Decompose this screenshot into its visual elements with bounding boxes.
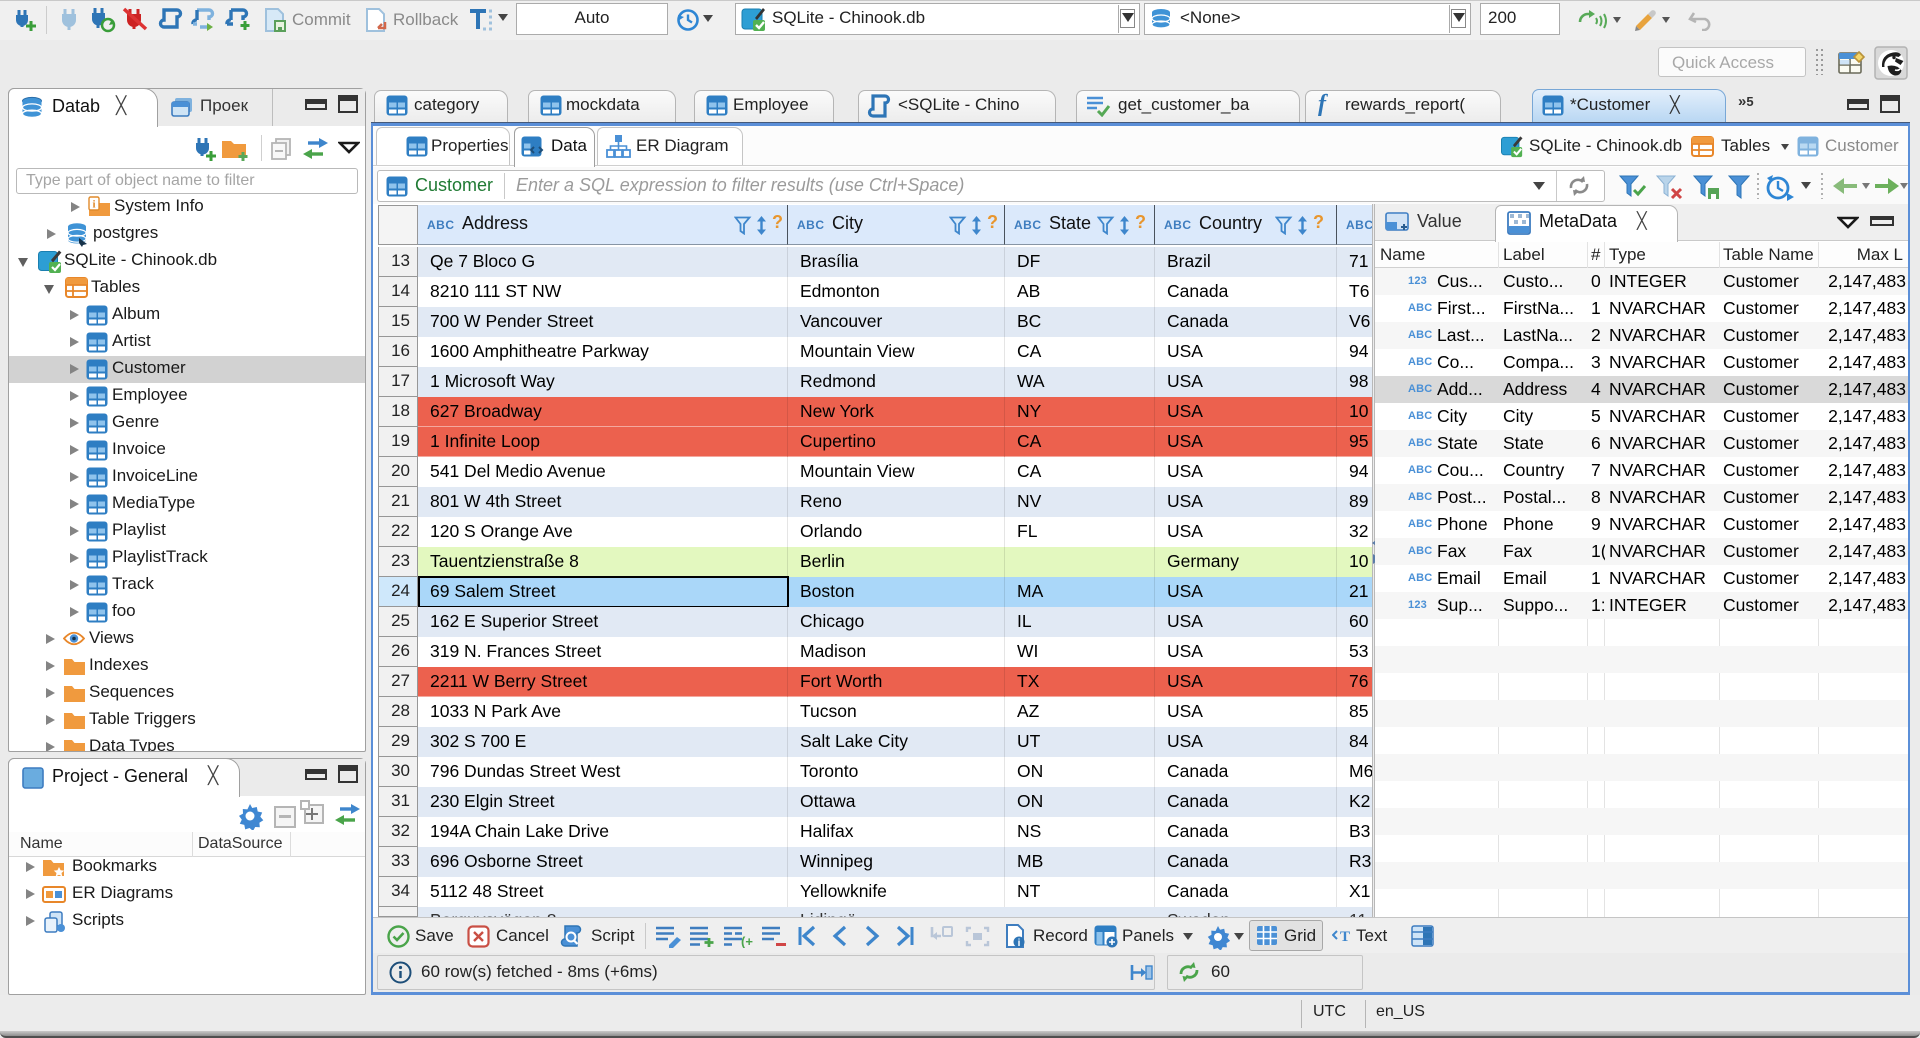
svg-text:(+): (+) <box>741 934 753 948</box>
svg-text:T: T <box>1340 929 1350 945</box>
svg-text:i: i <box>92 199 95 211</box>
svg-text:i: i <box>1018 938 1021 949</box>
